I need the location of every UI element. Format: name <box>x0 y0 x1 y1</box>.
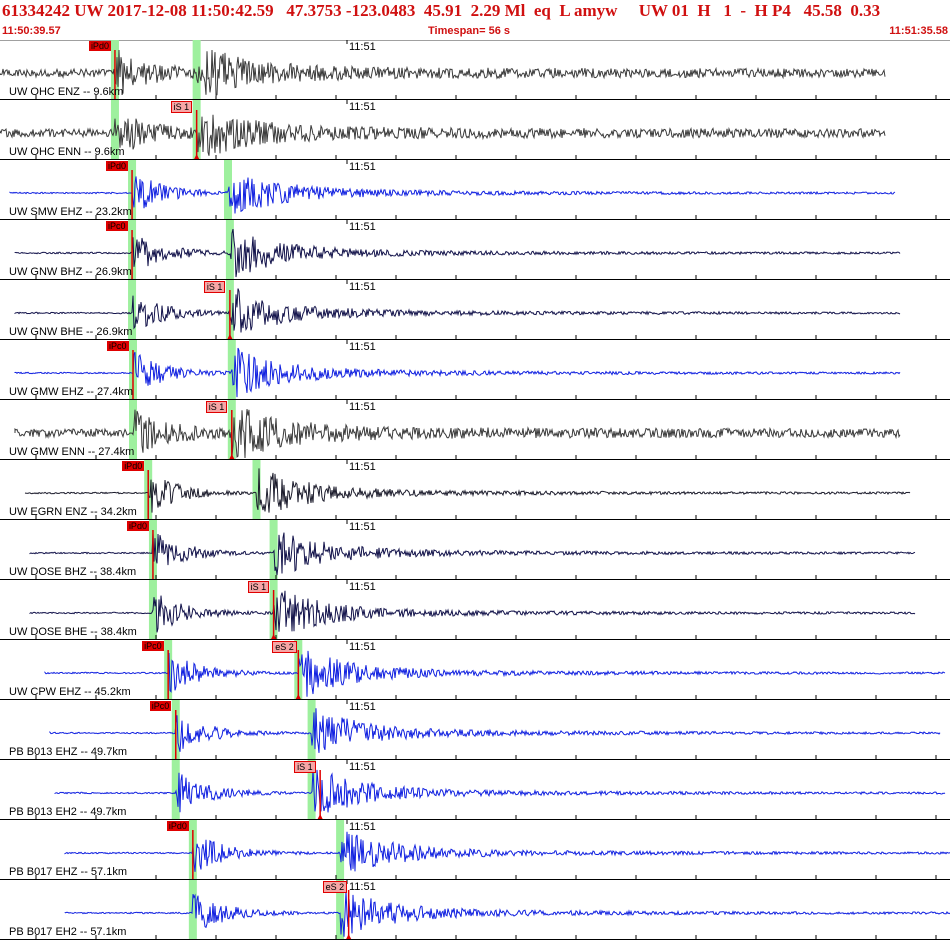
p-pick-flag[interactable]: iPc0 <box>107 341 129 351</box>
s-pick-flag[interactable]: iS 1 <box>294 761 316 773</box>
waveform-plot <box>14 280 937 339</box>
waveform-panel[interactable]: 11:51 iPc0 PB B013 EHZ -- 49.7km <box>0 700 950 760</box>
waveform-plot <box>14 400 937 459</box>
seismogram-trace <box>29 532 916 576</box>
minute-label: 11:51 <box>349 281 376 293</box>
waveform-panel[interactable]: 11:51 iPc0 eS 2 UW CPW EHZ -- 45.2km <box>0 640 950 700</box>
channel-label: UW DOSE BHZ -- 38.4km <box>9 566 137 578</box>
minute-label: 11:51 <box>349 521 376 533</box>
channel-label: UW EGRN ENZ -- 34.2km <box>9 506 137 518</box>
waveform-panel[interactable]: 11:51 iPd0 PB B017 EHZ -- 57.1km <box>0 820 950 880</box>
seismogram-trace <box>14 288 901 333</box>
seismogram-trace <box>14 347 901 398</box>
channel-label: UW OHC ENN -- 9.6km <box>9 146 125 158</box>
minute-label: 11:51 <box>349 881 376 893</box>
seismogram-trace <box>14 228 901 278</box>
waveform-plot <box>14 340 937 399</box>
minute-label: 11:51 <box>349 761 376 773</box>
p-pick-flag[interactable]: iPc0 <box>142 641 164 651</box>
channel-label: UW GNW BHZ -- 26.9km <box>9 266 132 278</box>
p-pick-flag[interactable]: iPd0 <box>106 161 129 171</box>
seismogram-trace <box>64 890 950 937</box>
seismogram-trace <box>0 114 886 156</box>
p-pick-flag[interactable]: iPd0 <box>122 461 145 471</box>
minute-label: 11:51 <box>349 701 376 713</box>
seismogram-trace <box>24 468 911 513</box>
waveform-panel[interactable]: 11:51 iPd0 UW EGRN ENZ -- 34.2km <box>0 460 950 520</box>
minute-label: 11:51 <box>349 41 376 53</box>
minute-label: 11:51 <box>349 101 376 113</box>
waveform-plot <box>35 880 950 939</box>
minute-label: 11:51 <box>349 581 376 593</box>
waveform-panel[interactable]: 11:51 iPd0 UW SMW EHZ -- 23.2km <box>0 160 950 220</box>
seismogram-trace <box>0 49 886 97</box>
seismogram-trace <box>44 650 946 697</box>
seismogram-trace <box>64 831 950 872</box>
channel-label: UW GMW EHZ -- 27.4km <box>9 386 134 398</box>
waveform-plot <box>9 160 937 219</box>
waveform-panel[interactable]: 11:51 iS 1 UW GMW ENN -- 27.4km <box>0 400 950 460</box>
waveform-plot <box>35 700 941 759</box>
minute-label: 11:51 <box>349 401 376 413</box>
seismogram-trace <box>29 590 916 633</box>
p-pick-flag[interactable]: iPd0 <box>126 521 149 531</box>
s-pick-flag[interactable]: iS 1 <box>203 281 226 293</box>
channel-label: UW OHC ENZ -- 9.6km <box>9 86 124 98</box>
waveform-plot <box>0 100 937 159</box>
waveform-plot <box>0 40 937 99</box>
minute-label: 11:51 <box>349 821 376 833</box>
s-pick-flag[interactable]: iS 1 <box>170 101 193 113</box>
s-pick-flag[interactable]: iS 1 <box>247 581 270 593</box>
pick-marker-icon <box>346 934 352 939</box>
s-pick-flag[interactable]: eS 2 <box>322 881 348 893</box>
waveform-panel[interactable]: 11:51 iS 1 UW OHC ENN -- 9.6km <box>0 100 950 160</box>
waveform-panel[interactable]: 11:51 iPd0 UW OHC ENZ -- 9.6km <box>0 40 950 100</box>
channel-label: PB B017 EHZ -- 57.1km <box>9 866 127 878</box>
p-pick-flag[interactable]: iPd0 <box>88 41 111 51</box>
seismogram-trace <box>9 176 896 214</box>
waveform-panel[interactable]: 11:51 eS 2 PB B017 EH2 -- 57.1km <box>0 880 950 940</box>
minute-label: 11:51 <box>349 161 376 173</box>
waveform-panel[interactable]: 11:51 iS 1 UW DOSE BHE -- 38.4km <box>0 580 950 640</box>
waveform-panel-stack[interactable]: 11:51 iPd0 UW OHC ENZ -- 9.6km 11:51 iS 1 UW … <box>0 40 950 940</box>
waveform-plot <box>35 820 950 879</box>
channel-label: PB B013 EH2 -- 49.7km <box>9 806 127 818</box>
s-pick-flag[interactable]: iS 1 <box>205 401 228 413</box>
waveform-panel[interactable]: 11:51 iS 1 UW GNW BHE -- 26.9km <box>0 280 950 340</box>
minute-label: 11:51 <box>349 341 376 353</box>
channel-label: UW GMW ENN -- 27.4km <box>9 446 135 458</box>
waveform-panel[interactable]: 11:51 iPd0 UW DOSE BHZ -- 38.4km <box>0 520 950 580</box>
minute-label: 11:51 <box>349 221 376 233</box>
seismogram-trace <box>49 708 941 753</box>
channel-label: PB B013 EHZ -- 49.7km <box>9 746 127 758</box>
seismogram-trace <box>14 409 901 459</box>
minute-label: 11:51 <box>349 461 376 473</box>
waveform-panel[interactable]: 11:51 iPc0 UW GMW EHZ -- 27.4km <box>0 340 950 400</box>
waveform-plot <box>29 580 937 639</box>
channel-label: PB B017 EH2 -- 57.1km <box>9 926 127 938</box>
window-end-time: 11:51:35.58 <box>889 25 948 37</box>
waveform-panel[interactable]: 11:51 iPc0 UW GNW BHZ -- 26.9km <box>0 220 950 280</box>
waveform-plot <box>35 760 946 819</box>
seismogram-trace <box>54 768 946 813</box>
minute-label: 11:51 <box>349 641 376 653</box>
s-pick-flag[interactable]: eS 2 <box>272 641 297 653</box>
channel-label: UW GNW BHE -- 26.9km <box>9 326 133 338</box>
waveform-panel[interactable]: 11:51 iS 1 PB B013 EH2 -- 49.7km <box>0 760 950 820</box>
event-header: 61334242 UW 2017-12-08 11:50:42.59 47.37… <box>0 0 950 41</box>
window-start-time: 11:50:39.57 <box>2 25 61 37</box>
p-pick-flag[interactable]: iPc0 <box>149 701 172 711</box>
p-pick-flag[interactable]: iPd0 <box>166 821 189 831</box>
waveform-plot <box>14 220 937 279</box>
p-pick-flag[interactable]: iPc0 <box>106 221 128 231</box>
event-summary: 61334242 UW 2017-12-08 11:50:42.59 47.37… <box>2 1 881 20</box>
channel-label: UW CPW EHZ -- 45.2km <box>9 686 131 698</box>
timespan-label: Timespan= 56 s <box>428 25 511 37</box>
channel-label: UW DOSE BHE -- 38.4km <box>9 626 137 638</box>
channel-label: UW SMW EHZ -- 23.2km <box>9 206 132 218</box>
